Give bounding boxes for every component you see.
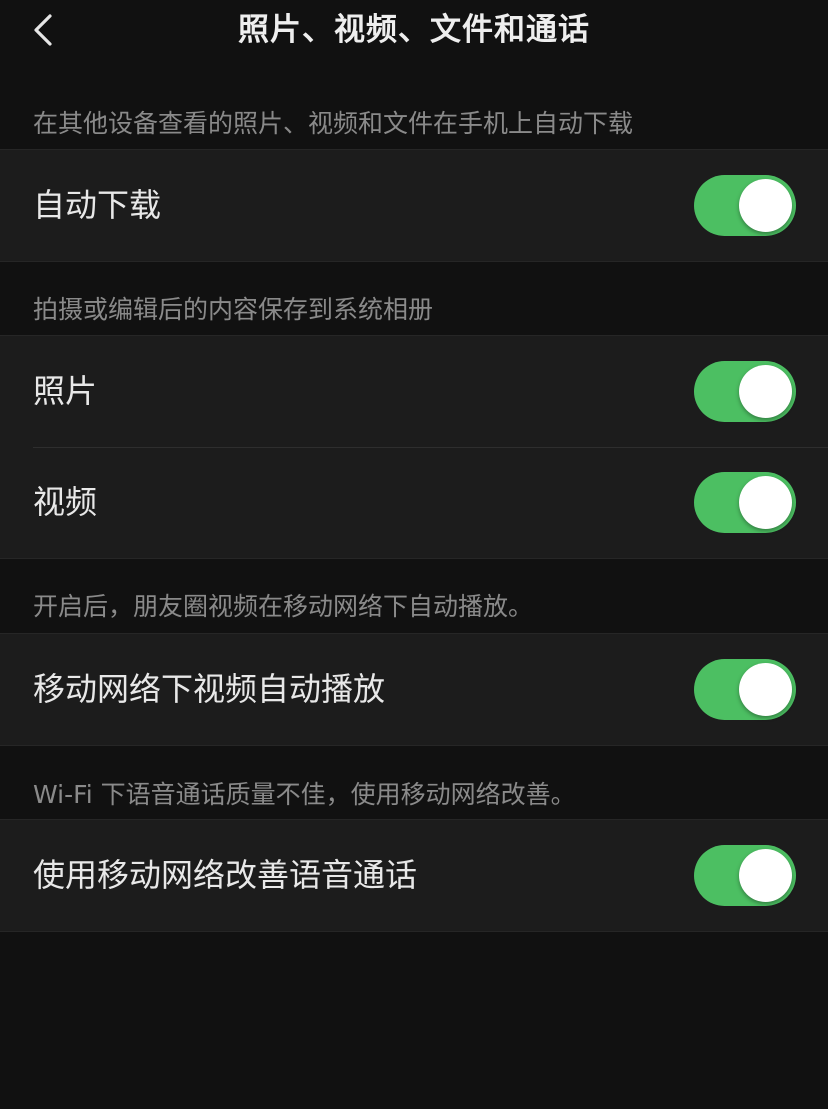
section-header-auto-download: 在其他设备查看的照片、视频和文件在手机上自动下载 (33, 109, 634, 138)
setting-label: 使用移动网络改善语音通话 (33, 856, 418, 894)
setting-row-voice-call: 使用移动网络改善语音通话 (0, 820, 828, 931)
mobile-autoplay-toggle[interactable] (694, 659, 796, 720)
settings-group-save-to-album: 照片 视频 (0, 335, 828, 559)
settings-group-voice-call: 使用移动网络改善语音通话 (0, 819, 828, 932)
toggle-knob (739, 476, 792, 529)
settings-group-moments-autoplay: 移动网络下视频自动播放 (0, 633, 828, 746)
setting-label: 视频 (33, 483, 98, 521)
setting-row-photos: 照片 (0, 336, 828, 447)
save-photos-toggle[interactable] (694, 361, 796, 422)
toggle-knob (739, 179, 792, 232)
setting-row-videos: 视频 (0, 447, 828, 558)
voice-call-mobile-toggle[interactable] (694, 845, 796, 906)
auto-download-toggle[interactable] (694, 175, 796, 236)
settings-group-auto-download: 自动下载 (0, 149, 828, 262)
section-header-moments-autoplay: 开启后，朋友圈视频在移动网络下自动播放。 (33, 592, 534, 621)
nav-bar: 照片、视频、文件和通话 (0, 0, 828, 62)
toggle-knob (739, 365, 792, 418)
setting-label: 照片 (33, 372, 98, 410)
setting-row-auto-download: 自动下载 (0, 150, 828, 261)
toggle-knob (739, 849, 792, 902)
setting-label: 自动下载 (33, 186, 162, 224)
section-header-save-to-album: 拍摄或编辑后的内容保存到系统相册 (33, 295, 434, 324)
save-videos-toggle[interactable] (694, 472, 796, 533)
toggle-knob (739, 663, 792, 716)
page-title: 照片、视频、文件和通话 (238, 12, 590, 48)
setting-row-mobile-autoplay: 移动网络下视频自动播放 (0, 634, 828, 745)
section-header-voice-call: Wi-Fi 下语音通话质量不佳，使用移动网络改善。 (33, 780, 576, 809)
setting-label: 移动网络下视频自动播放 (33, 670, 386, 708)
